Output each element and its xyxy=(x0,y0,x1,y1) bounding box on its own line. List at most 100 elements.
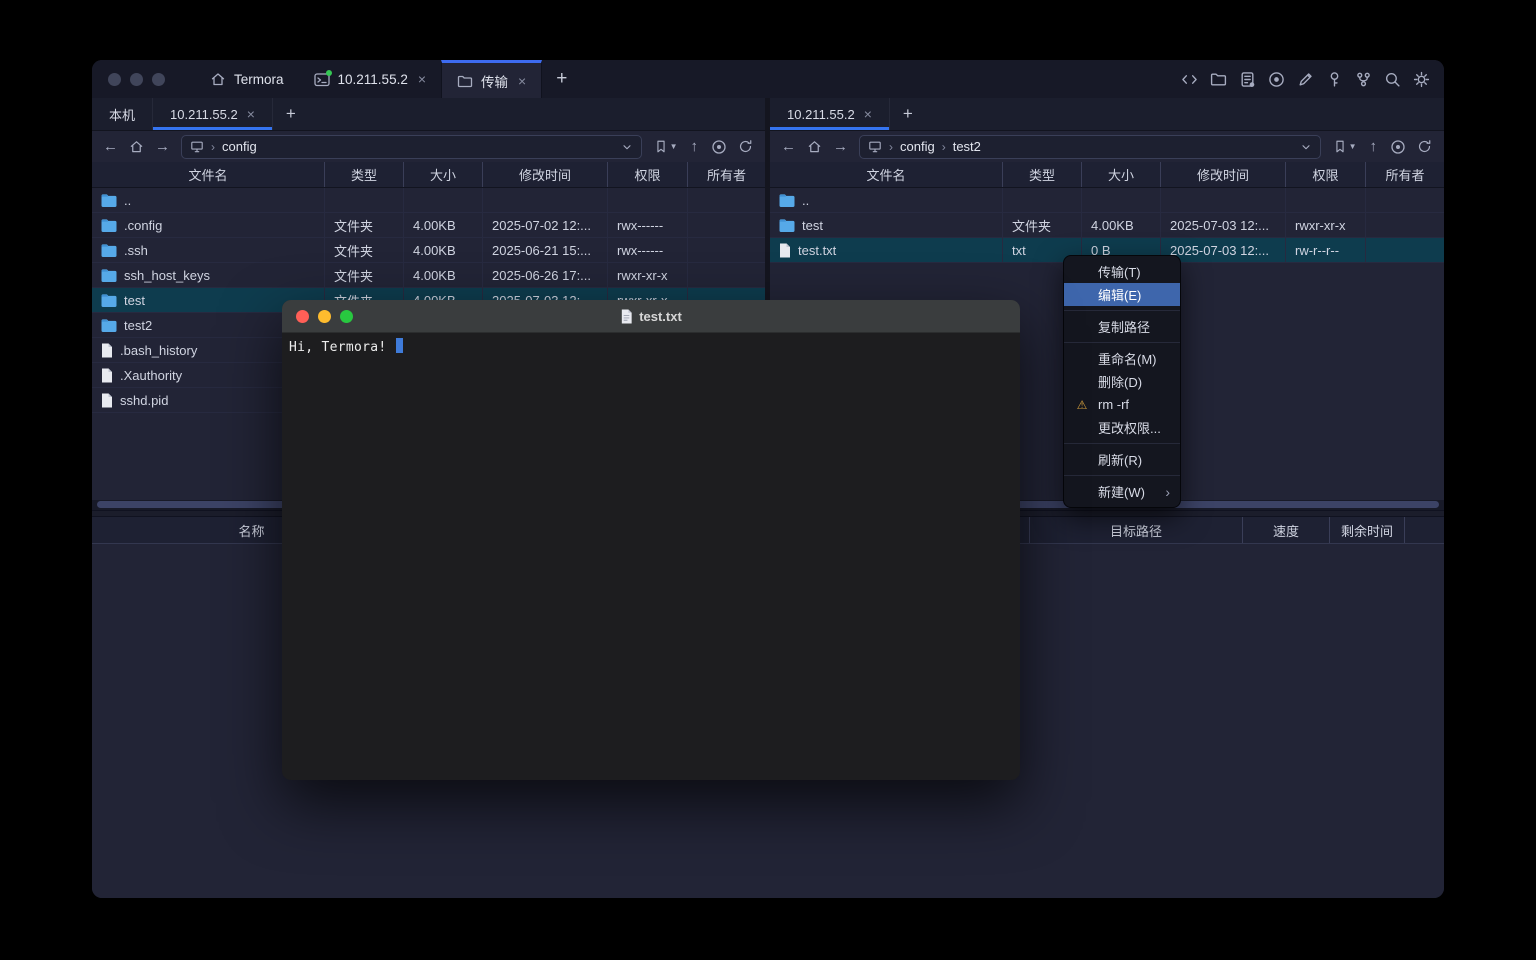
editor-title-text: test.txt xyxy=(639,309,682,324)
menu-item[interactable]: 删除(D) xyxy=(1064,370,1180,393)
close-window-button[interactable] xyxy=(108,73,121,86)
pane-tab-ssh[interactable]: 10.211.55.2 × xyxy=(153,98,273,130)
parent-directory-icon[interactable]: ↑ xyxy=(689,139,701,154)
column-header[interactable]: 权限 xyxy=(1286,162,1366,187)
code-icon[interactable] xyxy=(1181,71,1198,88)
tab-termora[interactable]: Termora xyxy=(195,60,299,98)
breadcrumb-segment[interactable]: config xyxy=(222,139,257,154)
file-perm-cell: rwx------ xyxy=(608,213,688,237)
close-window-button[interactable] xyxy=(296,310,309,323)
maximize-window-button[interactable] xyxy=(152,73,165,86)
tab-ssh-host[interactable]: 10.211.55.2 × xyxy=(299,60,442,98)
menu-item-label: 重命名(M) xyxy=(1098,349,1157,368)
menu-item[interactable]: ⚠rm -rf xyxy=(1064,393,1180,416)
file-row[interactable]: .. xyxy=(92,188,765,213)
column-header[interactable]: 大小 xyxy=(404,162,483,187)
column-header[interactable]: 所有者 xyxy=(1366,162,1444,187)
column-header[interactable]: 权限 xyxy=(608,162,688,187)
file-row[interactable]: test文件夹4.00KB2025-07-03 12:...rwxr-xr-x xyxy=(770,213,1444,238)
key-icon[interactable] xyxy=(1326,71,1343,88)
menu-item[interactable]: 复制路径 xyxy=(1064,315,1180,338)
minimize-window-button[interactable] xyxy=(318,310,331,323)
breadcrumb-segment[interactable]: test2 xyxy=(953,139,981,154)
transfer-column-header[interactable] xyxy=(1405,517,1444,543)
menu-item[interactable]: 编辑(E) xyxy=(1064,283,1180,306)
pane-tab-close-icon[interactable]: × xyxy=(864,106,872,122)
home-icon[interactable] xyxy=(129,139,144,154)
column-header[interactable]: 修改时间 xyxy=(1161,162,1286,187)
pane-tab-local[interactable]: 本机 xyxy=(92,98,153,130)
column-header[interactable]: 修改时间 xyxy=(483,162,608,187)
file-size-cell xyxy=(1082,188,1161,212)
search-icon[interactable] xyxy=(1384,71,1401,88)
tab-close-icon[interactable]: × xyxy=(518,73,526,89)
menu-item[interactable]: 重命名(M) xyxy=(1064,347,1180,370)
refresh-icon[interactable] xyxy=(1417,139,1432,154)
bookmark-control[interactable]: ▼ xyxy=(654,139,678,154)
home-icon xyxy=(210,71,226,87)
forward-icon[interactable]: → xyxy=(831,139,850,154)
transfer-column-header[interactable]: 剩余时间 xyxy=(1330,517,1405,543)
editor-window: test.txt Hi, Termora! xyxy=(282,300,1020,780)
menu-item[interactable]: 刷新(R) xyxy=(1064,448,1180,471)
file-name: test xyxy=(124,293,145,308)
editor-titlebar[interactable]: test.txt xyxy=(282,300,1020,333)
parent-directory-icon[interactable]: ↑ xyxy=(1368,139,1380,154)
show-hidden-files-icon[interactable] xyxy=(1390,139,1406,155)
menu-item-label: 更改权限... xyxy=(1098,418,1161,437)
pane-new-tab-button[interactable]: + xyxy=(273,98,309,130)
pane-tab-ssh[interactable]: 10.211.55.2 × xyxy=(770,98,890,130)
file-row[interactable]: .config文件夹4.00KB2025-07-02 12:...rwx----… xyxy=(92,213,765,238)
forward-icon[interactable]: → xyxy=(153,139,172,154)
record-icon[interactable] xyxy=(1268,71,1285,88)
submenu-arrow-icon: › xyxy=(1165,484,1170,500)
transfer-column-header[interactable]: 速度 xyxy=(1243,517,1330,543)
file-modified-cell xyxy=(1161,188,1286,212)
keychain-icon[interactable] xyxy=(1355,71,1372,88)
main-tab-bar: Termora 10.211.55.2 × 传输 × + xyxy=(195,60,581,98)
menu-item[interactable]: 更改权限... xyxy=(1064,416,1180,439)
path-breadcrumb[interactable]: › config xyxy=(181,135,642,159)
tab-close-icon[interactable]: × xyxy=(418,71,426,87)
menu-item[interactable]: 新建(W) › xyxy=(1064,480,1180,503)
column-header[interactable]: 所有者 xyxy=(688,162,765,187)
file-row[interactable]: .ssh文件夹4.00KB2025-06-21 15:...rwx------ xyxy=(92,238,765,263)
column-header[interactable]: 文件名 xyxy=(770,162,1003,187)
breadcrumb-segment[interactable]: config xyxy=(900,139,935,154)
chevron-down-icon[interactable] xyxy=(1300,141,1312,153)
maximize-window-button[interactable] xyxy=(340,310,353,323)
minimize-window-button[interactable] xyxy=(130,73,143,86)
file-type-cell: 文件夹 xyxy=(1003,213,1082,237)
column-header[interactable]: 文件名 xyxy=(92,162,325,187)
column-header[interactable]: 大小 xyxy=(1082,162,1161,187)
menu-item[interactable]: 传输(T) xyxy=(1064,260,1180,283)
new-tab-button[interactable]: + xyxy=(542,60,581,98)
file-size-cell: 4.00KB xyxy=(404,263,483,287)
breadcrumb-separator: › xyxy=(211,140,215,154)
log-icon[interactable] xyxy=(1239,71,1256,88)
file-icon xyxy=(101,368,113,383)
editor-content[interactable]: Hi, Termora! xyxy=(282,333,1020,360)
refresh-icon[interactable] xyxy=(738,139,753,154)
bookmark-control[interactable]: ▼ xyxy=(1333,139,1357,154)
column-header[interactable]: 类型 xyxy=(325,162,404,187)
tab-transfer[interactable]: 传输 × xyxy=(441,60,542,98)
pane-tab-close-icon[interactable]: × xyxy=(247,106,255,122)
file-row[interactable]: ssh_host_keys文件夹4.00KB2025-06-26 17:...r… xyxy=(92,263,765,288)
show-hidden-files-icon[interactable] xyxy=(711,139,727,155)
column-header[interactable]: 类型 xyxy=(1003,162,1082,187)
back-icon[interactable]: ← xyxy=(101,139,120,154)
menu-item-label: 新建(W) xyxy=(1098,482,1145,501)
transfer-column-header[interactable]: 目标路径 xyxy=(1030,517,1243,543)
folder-icon[interactable] xyxy=(1210,71,1227,88)
file-name: sshd.pid xyxy=(120,393,168,408)
home-icon[interactable] xyxy=(807,139,822,154)
path-breadcrumb[interactable]: › config › test2 xyxy=(859,135,1321,159)
file-row[interactable]: .. xyxy=(770,188,1444,213)
edit-icon[interactable] xyxy=(1297,71,1314,88)
settings-icon[interactable] xyxy=(1413,71,1430,88)
chevron-down-icon[interactable] xyxy=(621,141,633,153)
pane-new-tab-button[interactable]: + xyxy=(890,98,926,130)
file-icon xyxy=(779,243,791,258)
back-icon[interactable]: ← xyxy=(779,139,798,154)
